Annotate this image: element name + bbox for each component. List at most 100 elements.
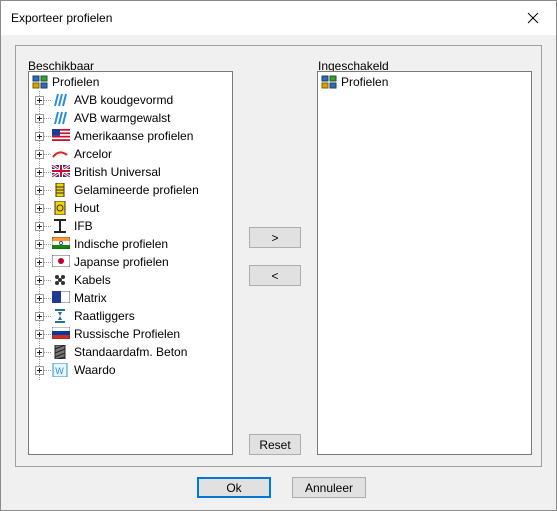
tree-connector [44, 99, 52, 101]
tree-connector [44, 117, 52, 119]
tree-connector [44, 369, 52, 371]
uk-flag-icon [51, 163, 71, 179]
tree-connector [44, 135, 52, 137]
ifb-icon [52, 219, 70, 233]
tree-item[interactable]: Indische profielen [35, 235, 168, 253]
tree-connector [44, 279, 52, 281]
cancel-button[interactable]: Annuleer [292, 477, 366, 498]
tree-connector [44, 153, 52, 155]
tree-item[interactable]: AVB koudgevormd [35, 91, 173, 109]
tree-item[interactable]: Gelamineerde profielen [35, 181, 199, 199]
tree-connector [44, 189, 52, 191]
tree-connector [44, 333, 52, 335]
expand-toggle[interactable] [35, 257, 44, 267]
tree-root-label: Profielen [341, 75, 389, 89]
tree-connector [44, 297, 52, 299]
glulam-icon [52, 182, 70, 198]
add-button[interactable]: > [249, 227, 301, 248]
tree-item[interactable]: Standaardafm. Beton [35, 343, 187, 361]
expand-toggle[interactable] [35, 347, 44, 357]
expand-toggle[interactable] [35, 131, 44, 141]
tree-item[interactable]: Russische Profielen [35, 325, 180, 343]
tree-item-label: Waardo [74, 363, 116, 377]
tree-item[interactable]: W Waardo [35, 361, 116, 379]
tree-item-label: Amerikaanse profielen [74, 129, 194, 143]
tree-item[interactable]: Hout [35, 199, 99, 217]
tree-connector [44, 225, 52, 227]
expand-toggle[interactable] [35, 167, 44, 177]
tree-item-label: Raatliggers [74, 309, 135, 323]
concrete-icon [52, 344, 70, 360]
ok-button[interactable]: Ok [197, 477, 271, 498]
expand-toggle[interactable] [35, 203, 44, 213]
india-flag-icon [51, 236, 71, 251]
reset-button[interactable]: Reset [249, 434, 301, 455]
tree-item-label: Indische profielen [74, 237, 169, 251]
wood-icon [52, 200, 70, 216]
tree-connector [44, 261, 52, 263]
avb-koud-icon [52, 93, 70, 107]
russia-flag-icon [51, 326, 71, 341]
expand-toggle[interactable] [35, 311, 44, 321]
tree-root-available[interactable]: Profielen [32, 73, 99, 91]
expand-toggle[interactable] [35, 185, 44, 195]
tree-item-label: Matrix [74, 291, 107, 305]
tree-item-label: Standaardafm. Beton [74, 345, 188, 359]
tree-item[interactable]: AVB warmgewalst [35, 109, 170, 127]
us-flag-icon [52, 129, 70, 143]
tree-connector [44, 351, 52, 353]
tree-item[interactable]: Raatliggers [35, 307, 135, 325]
tree-item-label: Japanse profielen [74, 255, 169, 269]
tree-item-label: AVB koudgevormd [74, 93, 174, 107]
tree-connector [44, 171, 52, 173]
arcelor-icon [52, 147, 70, 161]
tree-item-label: British Universal [74, 165, 161, 179]
tree-connector [44, 243, 52, 245]
tree-item[interactable]: Arcelor [35, 145, 112, 163]
title-bar: Exporteer profielen [1, 1, 556, 35]
close-icon [527, 12, 539, 24]
dialog-window: Exporteer profielen Beschikbaar Profiele… [0, 0, 557, 511]
profiles-root-icon [32, 75, 48, 89]
tree-item-label: Hout [74, 201, 100, 215]
expand-toggle[interactable] [35, 149, 44, 159]
svg-text:W: W [55, 366, 64, 376]
cable-icon [52, 273, 70, 287]
tree-item-label: Gelamineerde profielen [74, 183, 199, 197]
expand-toggle[interactable] [35, 329, 44, 339]
profiles-root-icon [321, 75, 337, 89]
available-tree[interactable]: Profielen AVB koudgevormd AVB warmgewalst… [28, 71, 233, 455]
remove-button[interactable]: < [249, 265, 301, 286]
expand-toggle[interactable] [35, 293, 44, 303]
tree-item[interactable]: Japanse profielen [35, 253, 169, 271]
close-button[interactable] [510, 1, 556, 35]
tree-item[interactable]: Matrix [35, 289, 107, 307]
enabled-tree[interactable]: Profielen [317, 71, 532, 455]
tree-item-label: IFB [74, 219, 93, 233]
japan-flag-icon [51, 254, 71, 269]
waardo-icon: W [52, 362, 70, 378]
tree-item[interactable]: IFB [35, 217, 93, 235]
tree-item[interactable]: Amerikaanse profielen [35, 127, 193, 145]
expand-toggle[interactable] [35, 239, 44, 249]
tree-connector [44, 207, 52, 209]
tree-item-label: Kabels [74, 273, 111, 287]
tree-item-label: Russische Profielen [74, 327, 181, 341]
tree-root-label: Profielen [52, 75, 100, 89]
expand-toggle[interactable] [35, 113, 44, 123]
expand-toggle[interactable] [35, 365, 44, 375]
tree-item[interactable]: British Universal [35, 163, 161, 181]
tree-root-enabled[interactable]: Profielen [321, 73, 388, 91]
dialog-title: Exporteer profielen [11, 11, 113, 25]
avb-warm-icon [52, 111, 70, 125]
content-panel: Beschikbaar Profielen AVB koudgevormd AVB… [15, 45, 542, 467]
expand-toggle[interactable] [35, 221, 44, 231]
tree-connector [44, 315, 52, 317]
tree-item-label: AVB warmgewalst [74, 111, 171, 125]
tree-item[interactable]: Kabels [35, 271, 111, 289]
tree-item-label: Arcelor [74, 147, 113, 161]
castellated-beam-icon [52, 309, 70, 323]
matrix-icon [51, 290, 71, 305]
expand-toggle[interactable] [35, 95, 44, 105]
expand-toggle[interactable] [35, 275, 44, 285]
